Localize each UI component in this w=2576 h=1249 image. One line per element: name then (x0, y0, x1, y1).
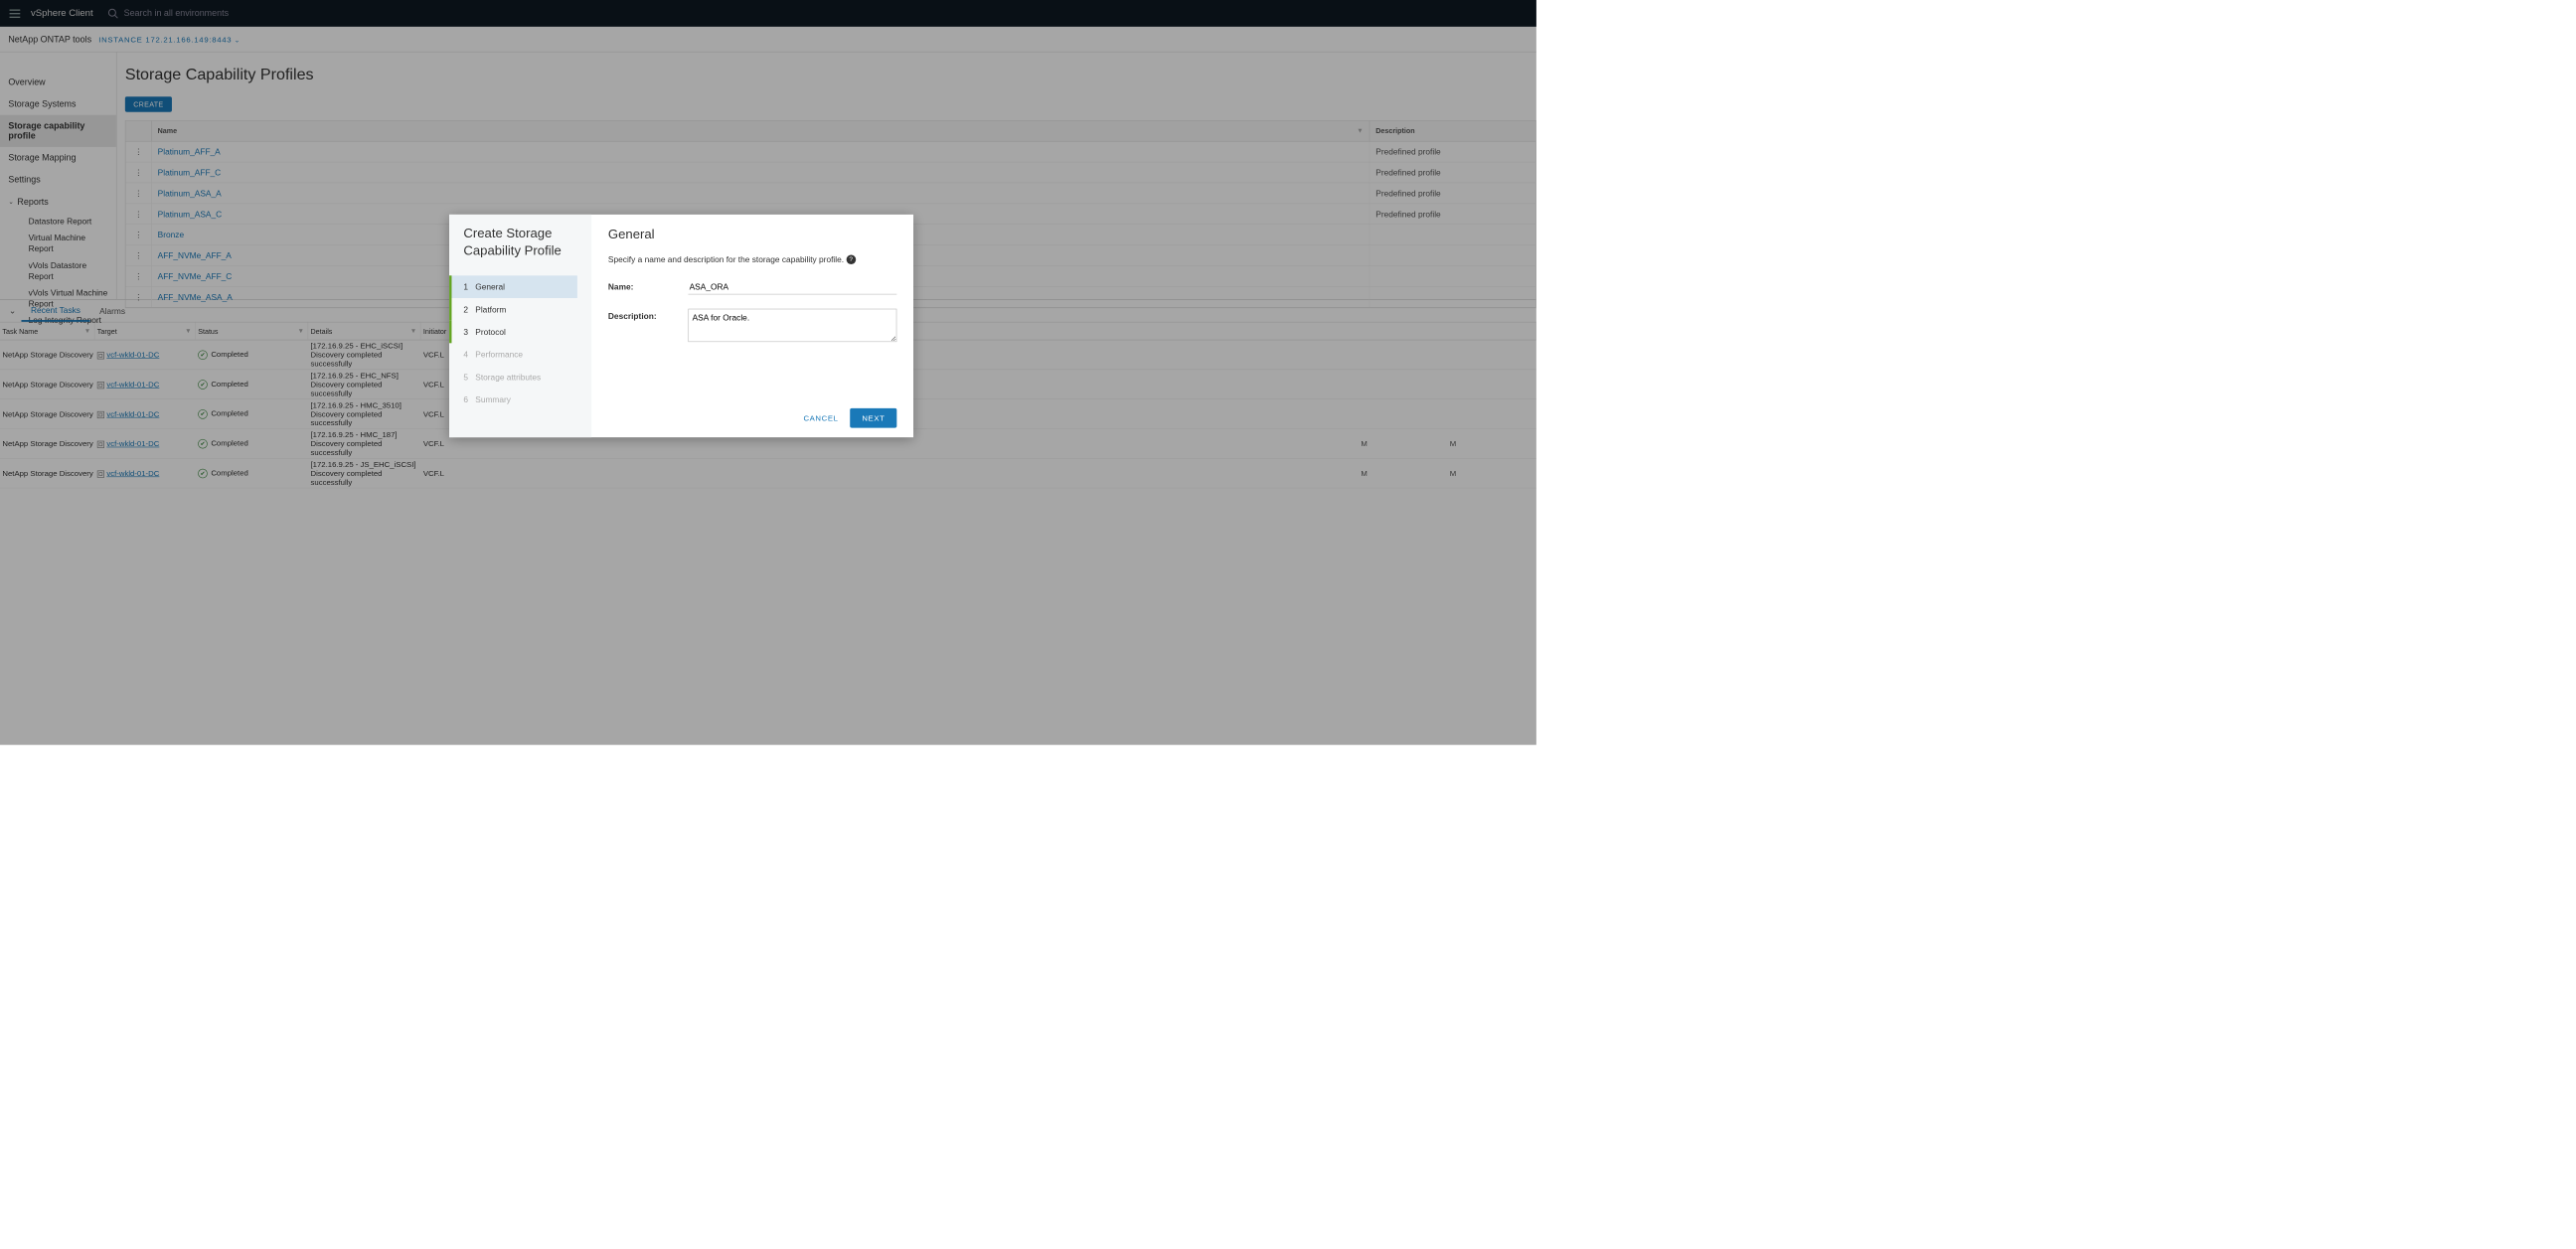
wizard-steps: Create Storage Capability Profile 1 Gene… (449, 215, 591, 437)
name-label: Name: (608, 280, 689, 295)
help-icon[interactable]: ? (846, 254, 856, 264)
create-profile-modal: Create Storage Capability Profile 1 Gene… (449, 215, 913, 437)
description-label: Description: (608, 309, 689, 342)
cancel-button[interactable]: CANCEL (801, 409, 841, 427)
step-heading: General (608, 227, 896, 242)
step-platform[interactable]: 2 Platform (449, 298, 577, 321)
step-general[interactable]: 1 General (449, 275, 577, 298)
step-performance: 4 Performance (449, 343, 577, 366)
step-protocol[interactable]: 3 Protocol (449, 321, 577, 344)
name-input[interactable] (688, 280, 896, 295)
step-storage-attributes: 5 Storage attributes (449, 366, 577, 389)
step-summary: 6 Summary (449, 389, 577, 411)
step-intro: Specify a name and description for the s… (608, 254, 896, 264)
description-input[interactable] (688, 309, 896, 342)
next-button[interactable]: NEXT (850, 408, 896, 428)
modal-title: Create Storage Capability Profile (463, 226, 577, 259)
